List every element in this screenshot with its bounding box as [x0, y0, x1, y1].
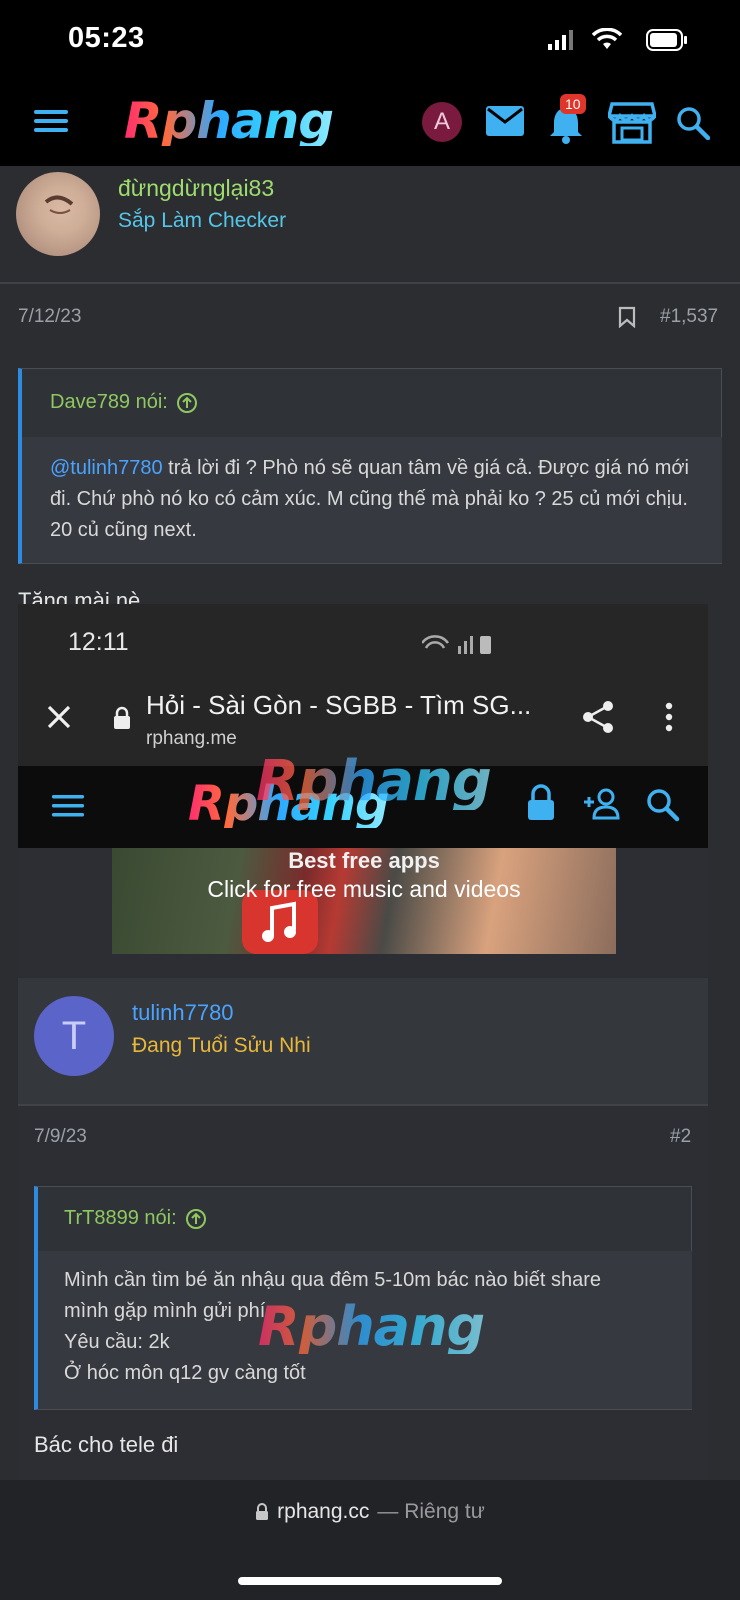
status-time: 05:23	[68, 22, 145, 54]
embedded-author-title: Đang Tuổi Sửu Nhi	[132, 1034, 311, 1057]
embedded-status-icons	[422, 632, 494, 656]
add-user-icon[interactable]	[582, 788, 622, 820]
banner-line2: Click for free music and videos	[207, 876, 521, 902]
author-avatar[interactable]	[16, 172, 100, 256]
wifi-icon	[592, 28, 622, 50]
quote-body: @tulinh7780 trả lời đi ? Phò nó sẽ quan …	[22, 437, 722, 563]
embedded-menu-icon[interactable]	[52, 794, 84, 818]
embedded-lock-icon[interactable]	[526, 784, 556, 822]
ad-banner[interactable]: Best free apps Click for free music and …	[112, 848, 616, 954]
quote-block: Dave789 nói: @tulinh7780 trả lời đi ? Ph…	[18, 368, 722, 564]
notification-badge: 10	[560, 94, 586, 114]
arrow-up-circle-icon	[176, 392, 197, 413]
privacy-label: — Riêng tư	[377, 1500, 485, 1523]
author-username[interactable]: đừngdừnglại83	[118, 175, 274, 202]
embedded-quote-header[interactable]: TrT8899 nói:	[64, 1207, 207, 1230]
embedded-post-author: T tulinh7780 Đang Tuổi Sửu Nhi	[18, 978, 708, 1104]
post-number[interactable]: #1,537	[660, 306, 718, 328]
quote-header[interactable]: Dave789 nói:	[50, 391, 198, 414]
site-header: Rphang A 10	[0, 84, 740, 166]
post-date[interactable]: 7/12/23	[18, 306, 81, 328]
signal-icon	[548, 30, 574, 50]
embedded-post-date[interactable]: 7/9/23	[34, 1126, 87, 1148]
store-icon[interactable]	[608, 102, 656, 144]
embedded-author-username[interactable]: tulinh7780	[132, 1000, 234, 1026]
menu-icon[interactable]	[34, 108, 68, 134]
address-display[interactable]: rphang.cc — Riêng tư	[0, 1500, 740, 1524]
lock-icon	[256, 1503, 269, 1520]
author-title: Sắp Làm Checker	[118, 209, 287, 232]
embedded-page-title: Hỏi - Sài Gòn - SGBB - Tìm SG...	[146, 690, 532, 720]
embedded-author-avatar[interactable]: T	[34, 996, 114, 1076]
divider	[0, 282, 740, 284]
embedded-post-message: Bác cho tele đi	[34, 1432, 179, 1457]
embedded-search-icon[interactable]	[646, 788, 680, 822]
embedded-url: rphang.me	[146, 728, 237, 749]
home-indicator[interactable]	[238, 1577, 502, 1585]
embedded-quote-author: TrT8899 nói:	[64, 1207, 177, 1229]
arrow-up-circle-icon	[185, 1208, 206, 1229]
battery-icon	[646, 29, 688, 51]
quote-author: Dave789 nói:	[50, 391, 168, 413]
embedded-browser-bar: 12:11 Hỏi - Sài Gòn - SGBB - Tìm SG... r…	[18, 604, 708, 766]
embedded-post-number[interactable]: #2	[670, 1126, 691, 1148]
user-mention[interactable]: @tulinh7780	[50, 457, 163, 479]
quote-line: Ở hóc môn q12 gv càng tốt	[64, 1362, 306, 1384]
user-avatar[interactable]: A	[422, 102, 462, 142]
share-icon[interactable]	[582, 700, 616, 734]
embedded-status-time: 12:11	[68, 628, 129, 656]
search-icon[interactable]	[676, 106, 710, 140]
quote-line: Mình cần tìm bé ăn nhậu qua đêm 5-10m bá…	[64, 1269, 602, 1291]
watermark-logo: Rphang	[256, 749, 492, 814]
bookmark-icon[interactable]	[618, 306, 636, 328]
watermark-logo: Rphang	[258, 1295, 485, 1358]
embedded-screenshot[interactable]: 12:11 Hỏi - Sài Gòn - SGBB - Tìm SG... r…	[18, 604, 708, 1480]
status-bar: 05:23	[0, 0, 740, 84]
banner-line1: Best free apps	[288, 848, 440, 873]
embedded-divider	[18, 1104, 708, 1106]
close-icon[interactable]	[46, 704, 72, 730]
address-domain: rphang.cc	[277, 1500, 370, 1523]
lock-icon	[112, 706, 132, 730]
site-logo[interactable]: Rphang	[124, 96, 334, 146]
more-vertical-icon[interactable]	[664, 702, 674, 732]
mail-icon[interactable]	[486, 106, 524, 136]
